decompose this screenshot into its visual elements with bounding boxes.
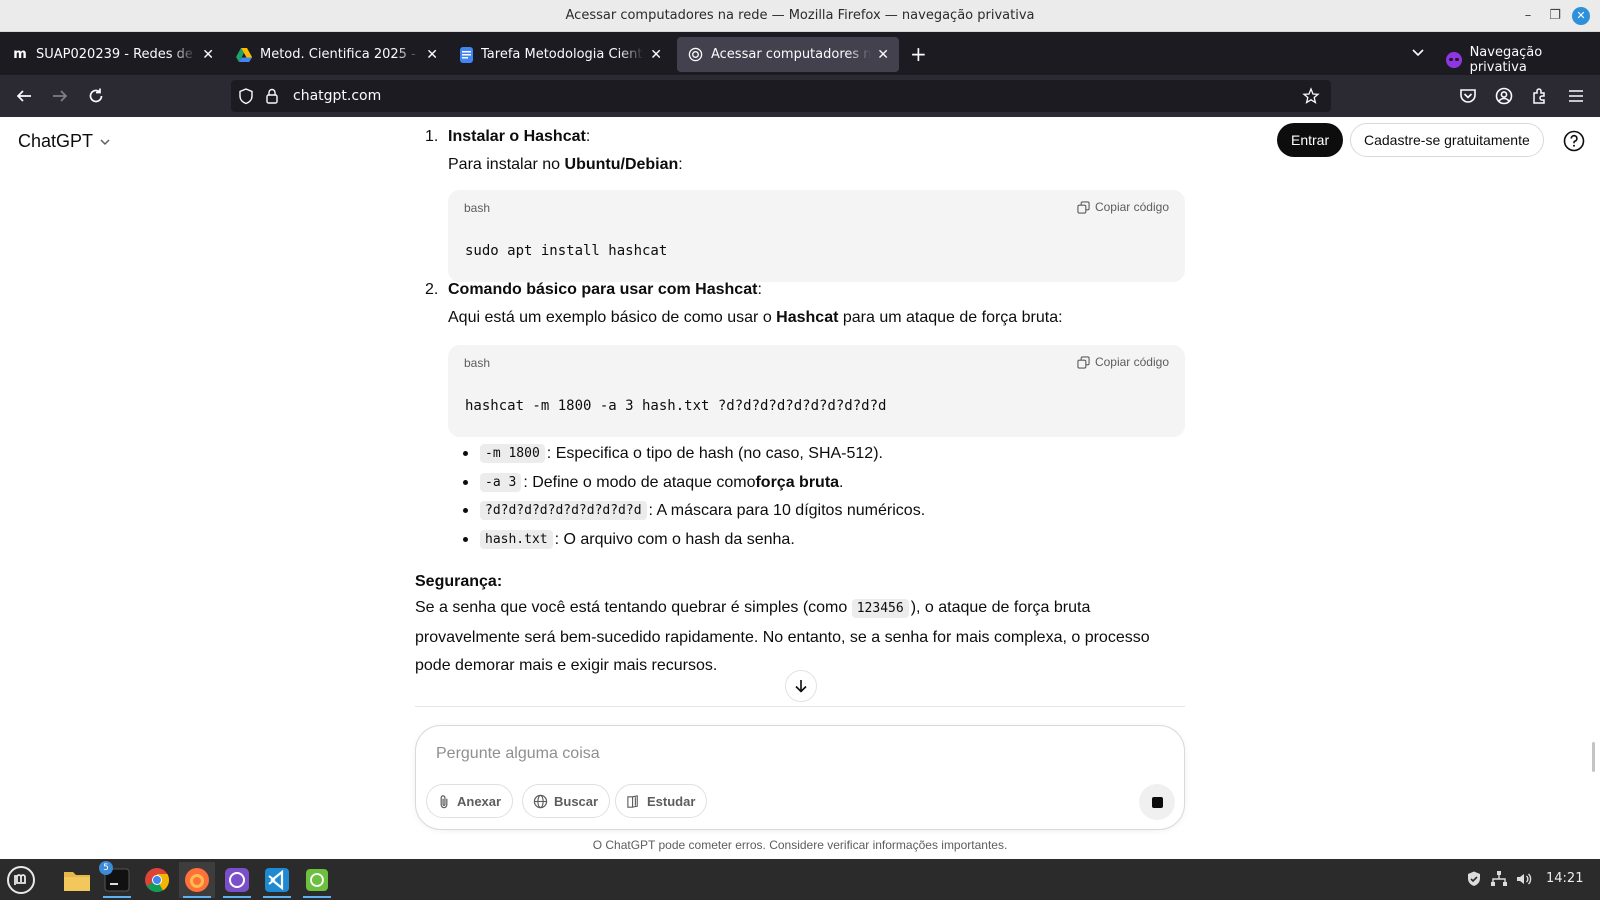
step-title: Instalar o Hashcat: (448, 128, 591, 145)
window-title: Acessar computadores na rede — Mozilla F… (565, 8, 1035, 23)
help-icon[interactable] (1563, 130, 1585, 152)
copy-code-button[interactable]: Copiar código (1077, 355, 1169, 369)
tab-label: Metod. Cientifica 2025 - Google Drive (260, 47, 420, 62)
back-icon[interactable] (14, 86, 34, 106)
scrollbar-handle[interactable] (1592, 742, 1595, 772)
paperclip-icon (440, 794, 448, 808)
tab-docs[interactable]: Tarefa Metodologia Cientifica ✕ (450, 37, 672, 72)
code-language: bash (464, 201, 491, 215)
list-item: hash.txt: O arquivo com o hash da senha. (448, 530, 795, 549)
google-docs-icon (460, 46, 473, 63)
suap-icon: m (13, 47, 27, 62)
search-button[interactable]: Buscar (522, 784, 611, 818)
close-tab-icon[interactable]: ✕ (202, 47, 214, 63)
code-text: sudo apt install hashcat (465, 243, 668, 259)
private-mask-icon (1446, 52, 1462, 68)
forward-icon[interactable] (50, 86, 70, 106)
divider (415, 706, 1185, 707)
navigation-bar: chatgpt.com (0, 75, 1600, 117)
code-text: hashcat -m 1800 -a 3 hash.txt ?d?d?d?d?d… (465, 398, 887, 414)
tab-drive[interactable]: Metod. Cientifica 2025 - Google Drive ✕ (226, 37, 448, 72)
spreadsheet-icon[interactable] (299, 862, 335, 898)
chrome-icon[interactable] (139, 862, 175, 898)
close-tab-icon[interactable]: ✕ (650, 47, 662, 63)
firefox-icon[interactable] (179, 862, 215, 898)
vscode-icon[interactable] (259, 862, 295, 898)
prompt-input[interactable]: Pergunte alguma coisa (436, 745, 600, 763)
bookmark-star-icon[interactable] (1302, 87, 1320, 105)
chatgpt-page: ChatGPT Entrar Cadastre-se gratuitamente… (0, 117, 1600, 859)
prompt-composer[interactable]: Pergunte alguma coisa Anexar Buscar Estu… (415, 725, 1185, 830)
step-paragraph: Aqui está um exemplo básico de como usar… (448, 309, 1063, 326)
step-number: 1. (425, 128, 439, 145)
extensions-icon[interactable] (1530, 86, 1550, 106)
attach-button[interactable]: Anexar (426, 784, 514, 818)
address-bar[interactable]: chatgpt.com (231, 80, 1331, 112)
section-heading: Segurança: (415, 573, 503, 590)
disclaimer-text: O ChatGPT pode cometer erros. Considere … (592, 838, 1008, 852)
code-language: bash (464, 356, 491, 370)
shield-tray-icon[interactable] (1465, 870, 1483, 888)
files-icon[interactable] (59, 862, 95, 898)
reload-icon[interactable] (86, 86, 106, 106)
tab-label: SUAP020239 - Redes de Computadores (36, 47, 196, 62)
tab-suap[interactable]: m SUAP020239 - Redes de Computadores ✕ (2, 37, 224, 72)
tab-label: Acessar computadores na rede (711, 47, 872, 62)
copy-code-button[interactable]: Copiar código (1077, 200, 1169, 214)
brand-label: ChatGPT (18, 131, 94, 151)
copy-icon (1077, 355, 1090, 369)
shield-icon[interactable] (237, 87, 255, 105)
step-paragraph: Para instalar no Ubuntu/Debian: (448, 156, 683, 173)
google-drive-icon (236, 47, 252, 63)
list-item: -a 3: Define o modo de ataque como força… (448, 473, 844, 492)
notification-badge: 5 (99, 861, 113, 875)
step-title: Comando básico para usar com Hashcat: (448, 281, 762, 298)
chevron-down-icon (100, 138, 110, 145)
maximize-icon[interactable]: ❐ (1546, 7, 1564, 25)
step-number: 2. (425, 281, 439, 298)
clock[interactable]: 14:21 (1546, 871, 1583, 886)
tab-bar: m SUAP020239 - Redes de Computadores ✕ M… (0, 32, 1600, 75)
code-block: bash Copiar código sudo apt install hash… (448, 190, 1185, 282)
close-tab-icon[interactable]: ✕ (426, 47, 438, 63)
chatgpt-icon (687, 47, 703, 63)
model-selector[interactable]: ChatGPT (18, 131, 111, 152)
tab-chatgpt[interactable]: Acessar computadores na rede ✕ (677, 37, 899, 72)
list-item: -m 1800: Especifica o tipo de hash (no c… (448, 444, 883, 463)
private-browsing-indicator: Navegação privativa (1446, 45, 1600, 75)
login-button[interactable]: Entrar (1277, 123, 1344, 157)
mint-menu-icon[interactable] (3, 862, 39, 898)
account-icon[interactable] (1494, 86, 1514, 106)
arrow-down-icon (795, 680, 807, 693)
menu-icon[interactable] (1566, 86, 1586, 106)
stop-icon (1151, 796, 1163, 808)
tab-label: Tarefa Metodologia Cientifica (481, 47, 644, 62)
taskbar: 5 14:21 (0, 859, 1600, 900)
window-titlebar: Acessar computadores na rede — Mozilla F… (0, 0, 1600, 32)
study-button[interactable]: Estudar (615, 784, 708, 818)
network-icon[interactable] (1490, 870, 1508, 888)
list-item: ?d?d?d?d?d?d?d?d?d?d: A máscara para 10 … (448, 501, 925, 520)
stop-generation-button[interactable] (1139, 784, 1175, 820)
github-desktop-icon[interactable] (219, 862, 255, 898)
close-window-icon[interactable]: ✕ (1572, 7, 1590, 25)
copy-icon (1077, 200, 1090, 214)
signup-button[interactable]: Cadastre-se gratuitamente (1350, 123, 1544, 157)
globe-icon (533, 794, 548, 808)
volume-icon[interactable] (1515, 870, 1533, 888)
code-block: bash Copiar código hashcat -m 1800 -a 3 … (448, 345, 1185, 437)
security-paragraph: Se a senha que você está tentando quebra… (415, 599, 1150, 674)
scroll-to-bottom-button[interactable] (785, 670, 817, 702)
pocket-icon[interactable] (1458, 86, 1478, 106)
minimize-icon[interactable]: – (1519, 7, 1537, 25)
chevron-down-icon[interactable] (1410, 44, 1426, 60)
url-text[interactable]: chatgpt.com (293, 88, 381, 104)
private-label: Navegação privativa (1469, 45, 1543, 75)
lock-icon[interactable] (263, 87, 281, 105)
book-icon (627, 794, 638, 808)
new-tab-button[interactable]: + (910, 44, 927, 64)
close-tab-icon[interactable]: ✕ (877, 47, 889, 63)
